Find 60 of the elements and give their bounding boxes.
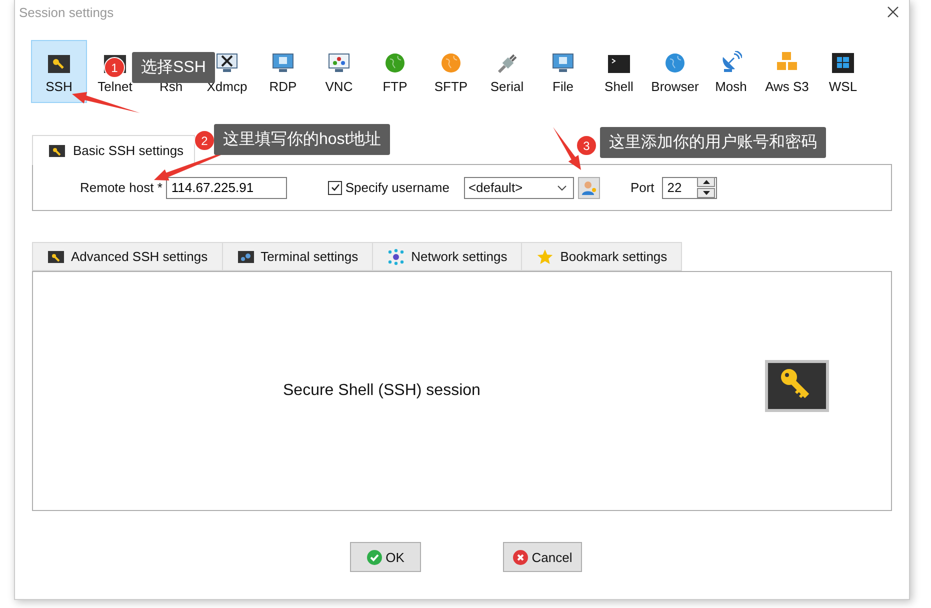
annotation-tooltip: 这里填写你的host地址 — [214, 124, 390, 155]
annotation-tooltip: 这里添加你的用户账号和密码 — [600, 127, 826, 158]
windows-logo-icon — [832, 53, 854, 73]
caret-icon — [557, 184, 568, 190]
specify-username-checkbox[interactable]: Specify username — [328, 180, 450, 195]
close-icon — [512, 550, 528, 564]
gear-icon — [238, 250, 254, 262]
monitor-icon — [216, 53, 238, 73]
globe-icon — [385, 53, 405, 73]
annotation-tooltip: 选择SSH — [132, 52, 215, 83]
session-type-button[interactable]: WSL — [815, 40, 871, 103]
session-type-button[interactable]: VNC — [311, 40, 367, 103]
session-type-button[interactable]: RDP — [255, 40, 311, 103]
check-icon — [366, 550, 382, 564]
dialog-button[interactable]: OK — [350, 542, 421, 572]
up-arrow-icon[interactable] — [702, 180, 710, 184]
session-type-button[interactable]: File — [535, 40, 591, 103]
settings-tab[interactable]: Advanced SSH settings — [32, 242, 222, 271]
basic-settings-tab[interactable]: Basic SSH settings — [32, 135, 195, 165]
network-icon — [388, 248, 404, 264]
monitor-icon — [328, 53, 350, 73]
session-type-button[interactable]: SSH — [31, 40, 87, 103]
session-description: Secure Shell (SSH) session — [283, 382, 480, 400]
session-type-button[interactable]: Mosh — [703, 40, 759, 103]
key-icon — [48, 250, 64, 262]
window-title: Session settings — [19, 4, 114, 20]
session-type-button[interactable]: Shell — [591, 40, 647, 103]
remote-host-label: Remote host * — [80, 180, 162, 195]
settings-tab[interactable]: Network settings — [372, 242, 522, 271]
annotation-arrow — [72, 92, 140, 113]
globe-icon — [665, 53, 685, 73]
port-label: Port — [630, 180, 654, 195]
settings-tab[interactable]: Terminal settings — [222, 242, 372, 271]
terminal-icon — [608, 55, 630, 73]
dialog-button[interactable]: Cancel — [503, 542, 582, 572]
checkmark-icon — [330, 182, 341, 193]
satellite-dish-icon — [720, 51, 742, 73]
annotation-arrow — [553, 127, 581, 170]
user-key-icon — [581, 180, 598, 196]
session-type-button[interactable]: Serial — [479, 40, 535, 103]
key-icon — [49, 144, 65, 156]
user-settings-button[interactable] — [578, 176, 600, 198]
plug-icon — [496, 53, 518, 73]
remote-host-field[interactable]: 114.67.225.91 — [166, 176, 288, 198]
port-spinbox[interactable]: 22 — [662, 176, 718, 198]
down-arrow-icon[interactable] — [702, 191, 710, 195]
session-type-button[interactable]: Aws S3 — [759, 40, 815, 103]
username-dropdown[interactable]: <default> — [464, 176, 574, 198]
close-icon[interactable] — [887, 6, 899, 18]
globe-icon — [441, 53, 461, 73]
monitor-icon — [272, 53, 294, 73]
monitor-icon — [552, 53, 574, 73]
session-type-button[interactable]: Browser — [647, 40, 703, 103]
key-icon — [765, 360, 830, 412]
key-icon — [48, 55, 70, 73]
settings-tab[interactable]: Bookmark settings — [521, 242, 682, 271]
cubes-icon — [776, 51, 798, 73]
session-type-button[interactable]: SFTP — [423, 40, 479, 103]
session-type-button[interactable]: FTP — [367, 40, 423, 103]
star-icon — [537, 248, 554, 264]
